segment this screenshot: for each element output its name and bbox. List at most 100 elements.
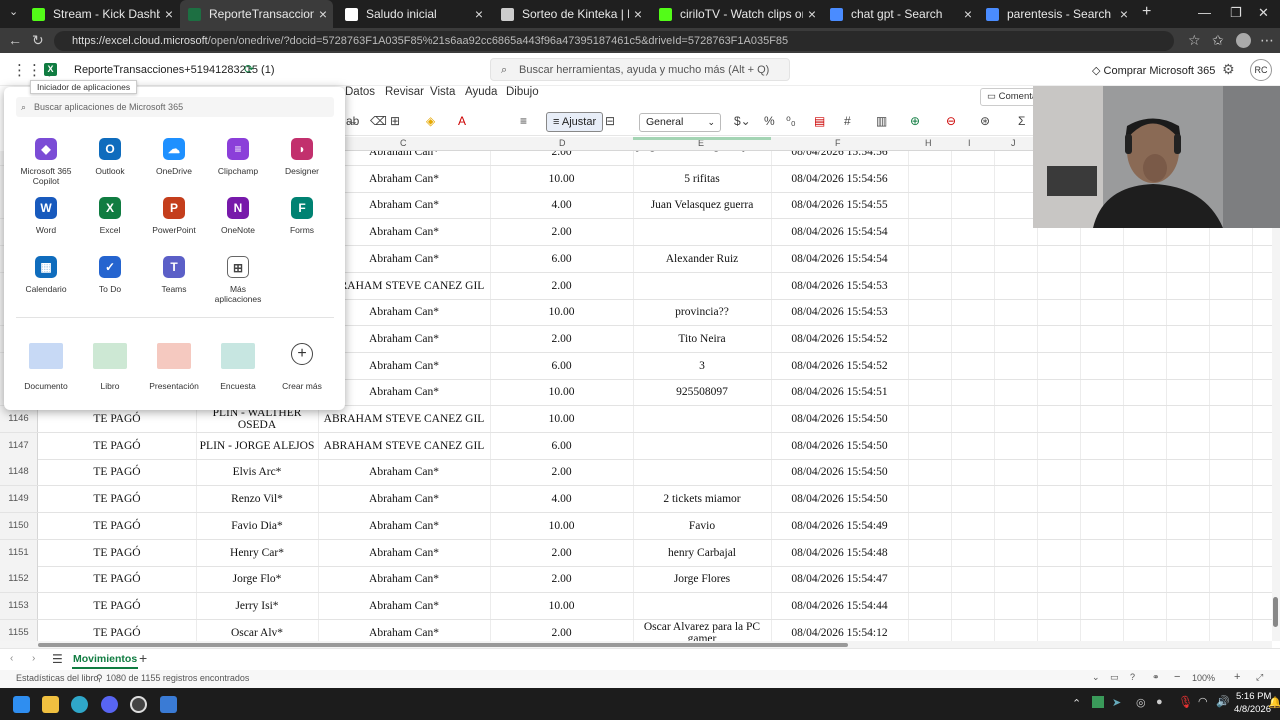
row-number[interactable]: 1150 xyxy=(0,512,38,539)
align-icon[interactable]: ≡ xyxy=(520,114,527,128)
cell-b[interactable]: Henry Car* xyxy=(196,540,318,566)
cell-d[interactable]: 10.00 xyxy=(490,406,633,432)
tab-list-chevron-icon[interactable]: ⌄ xyxy=(9,5,18,18)
cell-d[interactable]: 2.00 xyxy=(490,219,633,245)
cell-c[interactable]: Abraham Can* xyxy=(318,459,490,485)
cell-f[interactable]: 08/04/2026 15:54:50 xyxy=(771,486,908,512)
table-row[interactable]: 1148 TE PAGÓ Elvis Arc* Abraham Can* 2.00 08/… xyxy=(0,459,1272,487)
feedback-icon[interactable]: ⚭ xyxy=(1152,672,1160,683)
cell-f[interactable]: 08/04/2026 15:54:54 xyxy=(771,219,908,245)
close-window-icon[interactable]: ✕ xyxy=(1258,5,1269,21)
column-header-i[interactable]: I xyxy=(968,138,971,148)
back-icon[interactable]: ← xyxy=(8,32,22,48)
merge-icon[interactable]: ⊟ xyxy=(605,114,615,128)
launcher-app-microsoft-365-copilot[interactable]: ◆ Microsoft 365 Copilot xyxy=(14,138,78,186)
create-documento[interactable]: Documento xyxy=(14,343,78,391)
row-number[interactable]: 1148 xyxy=(0,459,38,486)
cell-d[interactable]: 4.00 xyxy=(490,192,633,218)
refresh-icon[interactable]: ↻ xyxy=(32,32,44,49)
zoom-level[interactable]: 100% xyxy=(1192,673,1215,683)
cell-f[interactable]: 08/04/2026 15:54:47 xyxy=(771,566,908,592)
browser-tab[interactable]: Sorteo de Kinteka | PC Gamer × xyxy=(493,0,648,28)
add-sheet-icon[interactable]: + xyxy=(139,650,147,666)
next-sheet-icon[interactable]: › xyxy=(32,653,35,664)
conditional-format-icon[interactable]: ▤ xyxy=(814,114,825,128)
cell-e[interactable] xyxy=(633,273,771,299)
cell-c[interactable]: Abraham Can* xyxy=(318,620,490,641)
browser-tab[interactable]: ReporteTransacciones+51941283 × xyxy=(180,0,333,28)
decimal-icon[interactable]: ⁰₀ xyxy=(786,114,796,128)
cell-e[interactable]: provincia?? xyxy=(633,299,771,325)
cell-e[interactable] xyxy=(633,593,771,619)
maximize-icon[interactable]: ❐ xyxy=(1230,5,1242,21)
launcher-app-onedrive[interactable]: ☁ OneDrive xyxy=(142,138,206,176)
cell-a[interactable]: TE PAGÓ xyxy=(38,459,196,485)
cell-b[interactable]: Jerry Isi* xyxy=(196,593,318,619)
prev-sheet-icon[interactable]: ‹ xyxy=(10,653,13,664)
launcher-search-input[interactable]: ⌕ Buscar aplicaciones de Microsoft 365 xyxy=(16,97,334,117)
launcher-app-onenote[interactable]: N OneNote xyxy=(206,197,270,235)
cell-d[interactable]: 10.00 xyxy=(490,593,633,619)
menu-tab-vista[interactable]: Vista xyxy=(430,86,455,106)
launcher-app-to-do[interactable]: ✓ To Do xyxy=(78,256,142,294)
cell-b[interactable]: Renzo Vil* xyxy=(196,486,318,512)
percent-icon[interactable]: % xyxy=(764,114,775,128)
launcher-app-calendario[interactable]: ▦ Calendario xyxy=(14,256,78,294)
url-field[interactable]: https://excel.cloud.microsoft/open/onedr… xyxy=(54,31,1174,51)
menu-tab-dibujo[interactable]: Dibujo xyxy=(506,86,539,106)
tray-mic-icon[interactable]: ● xyxy=(1156,696,1163,708)
cell-d[interactable]: 2.00 xyxy=(490,273,633,299)
clock-time[interactable]: 5:16 PM xyxy=(1236,691,1271,702)
autosum-icon[interactable]: Σ xyxy=(1018,114,1025,128)
cell-e[interactable]: 2 tickets miamor xyxy=(633,486,771,512)
tray-telegram-icon[interactable]: ➤ xyxy=(1112,696,1121,709)
volume-icon[interactable]: 🔊 xyxy=(1216,695,1230,708)
launcher-app-powerpoint[interactable]: P PowerPoint xyxy=(142,197,206,235)
launcher-app-clipchamp[interactable]: ≡ Clipchamp xyxy=(206,138,270,176)
cell-f[interactable]: 08/04/2026 15:54:56 xyxy=(771,166,908,192)
zoom-in-icon[interactable]: + xyxy=(1234,671,1240,683)
close-tab-icon[interactable]: × xyxy=(165,6,173,22)
cell-d[interactable]: 2.00 xyxy=(490,151,633,165)
launcher-app-m-s-aplicaciones[interactable]: ⊞ Más aplicaciones xyxy=(206,256,270,304)
browser-tab[interactable]: ciriloTV - Watch clips on Kick × xyxy=(651,0,822,28)
column-header-c[interactable]: C xyxy=(400,138,407,148)
row-number[interactable]: 1155 xyxy=(0,619,38,641)
cell-a[interactable]: TE PAGÓ xyxy=(38,540,196,566)
font-color-icon[interactable]: A xyxy=(458,114,466,128)
minimize-icon[interactable]: — xyxy=(1198,5,1211,20)
cell-f[interactable]: 08/04/2026 15:54:51 xyxy=(771,379,908,405)
file-explorer-icon[interactable] xyxy=(42,696,59,713)
wrap-text-button[interactable]: ≡ Ajustar xyxy=(546,112,604,132)
favorites-icon[interactable]: ✩ xyxy=(1212,32,1224,49)
scrollbar-thumb[interactable] xyxy=(1273,597,1278,627)
cell-b[interactable]: Favio Dia* xyxy=(196,513,318,539)
close-tab-icon[interactable]: × xyxy=(475,6,483,22)
row-number[interactable]: 1147 xyxy=(0,432,38,459)
cell-e[interactable]: Tito Neira xyxy=(633,326,771,352)
cell-c[interactable]: Abraham Can* xyxy=(318,566,490,592)
table-row[interactable]: 1151 TE PAGÓ Henry Car* Abraham Can* 2.00 hen… xyxy=(0,539,1272,567)
status-chevron-icon[interactable]: ⌄ xyxy=(1092,672,1100,683)
insert-cells-icon[interactable]: ⊕ xyxy=(910,114,920,128)
cell-a[interactable]: TE PAGÓ xyxy=(38,566,196,592)
more-options-icon[interactable]: ⋯ xyxy=(1260,32,1274,49)
buy-microsoft-365-link[interactable]: ◇ Comprar Microsoft 365 xyxy=(1092,64,1215,77)
notepad-icon[interactable] xyxy=(160,696,177,713)
cell-c[interactable]: Abraham Can* xyxy=(318,486,490,512)
cell-e[interactable]: 5 rifitas xyxy=(633,166,771,192)
launcher-app-outlook[interactable]: O Outlook xyxy=(78,138,142,176)
cell-e[interactable]: Juan Velasquez guerra xyxy=(633,192,771,218)
browser-tab[interactable]: Stream - Kick Dashboard × xyxy=(24,0,179,28)
new-tab-icon[interactable]: + xyxy=(1142,3,1151,21)
cell-f[interactable]: 08/04/2026 15:54:55 xyxy=(771,192,908,218)
close-tab-icon[interactable]: × xyxy=(964,6,972,22)
cell-f[interactable]: 08/04/2026 15:54:54 xyxy=(771,246,908,272)
cell-a[interactable]: TE PAGÓ xyxy=(38,593,196,619)
browser-tab[interactable]: parentesis - Search × xyxy=(978,0,1134,28)
cell-f[interactable]: 08/04/2026 15:54:48 xyxy=(771,540,908,566)
cell-d[interactable]: 2.00 xyxy=(490,540,633,566)
cell-f[interactable]: 08/04/2026 15:54:50 xyxy=(771,406,908,432)
menu-tab-ayuda[interactable]: Ayuda xyxy=(465,86,497,106)
cell-d[interactable]: 10.00 xyxy=(490,166,633,192)
